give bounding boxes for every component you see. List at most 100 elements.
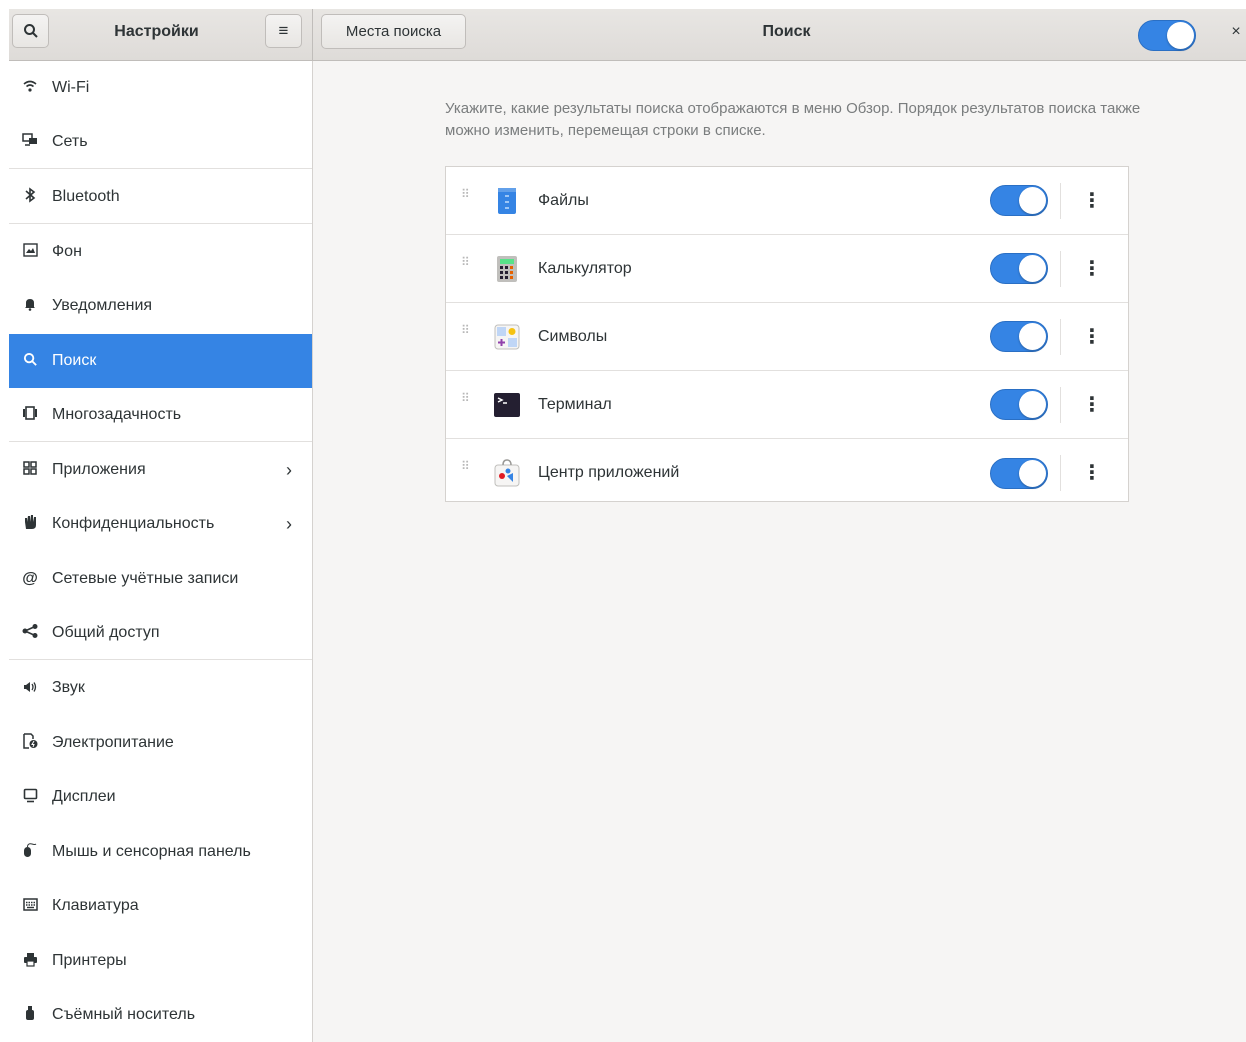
sidebar-header: Настройки ≡ — [9, 9, 313, 60]
close-icon[interactable]: × — [1226, 19, 1246, 45]
search-enabled-toggle[interactable] — [1138, 20, 1196, 51]
sidebar-item-online-accounts[interactable]: @ Сетевые учётные записи — [9, 552, 312, 606]
search-icon — [23, 24, 38, 38]
drag-handle-icon[interactable]: ⠿ — [461, 460, 475, 483]
provider-name: Символы — [538, 327, 608, 345]
more-options-icon[interactable]: ⋮ — [1080, 390, 1104, 420]
sidebar: Wi-Fi Сеть Bluetooth Фон Уведомления Пои… — [9, 61, 313, 1042]
sidebar-item-label: Сетевые учётные записи — [52, 570, 239, 587]
sidebar-item-label: Фон — [52, 243, 82, 260]
sidebar-item-search[interactable]: Поиск — [9, 334, 312, 388]
drag-handle-icon[interactable]: ⠿ — [461, 392, 475, 415]
sidebar-item-sharing[interactable]: Общий доступ — [9, 606, 312, 660]
provider-row-software[interactable]: ⠿ Центр приложений ⋮ — [446, 439, 1128, 507]
divider — [1060, 250, 1061, 287]
provider-row-characters[interactable]: ⠿ Символы ⋮ — [446, 303, 1128, 371]
sidebar-item-network[interactable]: Сеть — [9, 115, 312, 169]
sidebar-item-label: Сеть — [52, 132, 88, 150]
sidebar-item-keyboard[interactable]: Клавиатура — [9, 879, 312, 933]
sidebar-item-removable-media[interactable]: Съёмный носитель — [9, 988, 312, 1042]
sidebar-item-label: Приложения — [52, 461, 146, 478]
sidebar-item-printers[interactable]: Принтеры — [9, 934, 312, 988]
provider-name: Терминал — [538, 395, 612, 413]
bluetooth-icon — [19, 186, 41, 207]
sidebar-item-label: Дисплеи — [52, 788, 116, 805]
multitasking-icon — [19, 405, 41, 424]
search-button[interactable] — [12, 14, 49, 48]
sidebar-item-label: Звук — [52, 679, 85, 696]
sidebar-item-label: Мышь и сенсорная панель — [52, 843, 251, 860]
provider-name: Центр приложений — [538, 464, 680, 481]
power-icon — [19, 733, 41, 753]
at-icon: @ — [22, 570, 38, 587]
provider-toggle[interactable] — [990, 389, 1048, 420]
sidebar-item-wifi[interactable]: Wi-Fi — [9, 61, 312, 115]
more-options-icon[interactable]: ⋮ — [1080, 186, 1104, 216]
more-options-icon[interactable]: ⋮ — [1080, 458, 1104, 488]
chevron-right-icon: › — [286, 513, 292, 534]
provider-name: Файлы — [538, 191, 589, 209]
software-app-icon — [492, 458, 522, 488]
sidebar-item-background[interactable]: Фон — [9, 225, 312, 279]
apps-icon — [19, 461, 41, 479]
provider-toggle[interactable] — [990, 253, 1048, 284]
menu-button[interactable]: ≡ — [265, 14, 302, 48]
network-icon — [19, 132, 41, 151]
settings-title: Настройки — [114, 23, 199, 40]
sidebar-item-label: Поиск — [52, 352, 97, 369]
header-bar: Настройки ≡ Места поиска Поиск × — [9, 9, 1246, 61]
sidebar-item-privacy[interactable]: Конфиденциальность › — [9, 497, 312, 551]
more-options-icon[interactable]: ⋮ — [1080, 322, 1104, 352]
hamburger-icon: ≡ — [278, 21, 289, 40]
provider-name: Калькулятор — [538, 259, 632, 277]
provider-row-calculator[interactable]: ⠿ Калькулятор ⋮ — [446, 235, 1128, 303]
drag-handle-icon[interactable]: ⠿ — [461, 324, 475, 347]
provider-row-terminal[interactable]: ⠿ Терминал ⋮ — [446, 371, 1128, 439]
divider — [1060, 386, 1061, 423]
sidebar-item-label: Съёмный носитель — [52, 1006, 196, 1023]
usb-icon — [19, 1005, 41, 1025]
sidebar-item-label: Принтеры — [52, 952, 127, 969]
settings-window: Настройки ≡ Места поиска Поиск × Wi-Fi С… — [9, 9, 1246, 1042]
sidebar-item-multitasking[interactable]: Многозадачность — [9, 388, 312, 442]
search-description: Укажите, какие результаты поиска отображ… — [445, 100, 1141, 139]
divider — [1060, 455, 1061, 491]
sidebar-item-bluetooth[interactable]: Bluetooth — [9, 170, 312, 224]
background-icon — [19, 243, 41, 261]
drag-handle-icon[interactable]: ⠿ — [461, 188, 475, 211]
chevron-right-icon: › — [286, 459, 292, 480]
search-locations-button[interactable]: Места поиска — [321, 14, 466, 49]
sidebar-item-applications[interactable]: Приложения › — [9, 443, 312, 497]
sidebar-item-label: Многозадачность — [52, 405, 182, 423]
sidebar-item-label: Клавиатура — [52, 897, 139, 914]
display-icon — [19, 788, 41, 807]
provider-row-files[interactable]: ⠿ Файлы ⋮ — [446, 167, 1128, 235]
sidebar-item-label: Bluetooth — [52, 187, 120, 205]
wifi-icon — [19, 79, 41, 97]
more-options-icon[interactable]: ⋮ — [1080, 254, 1104, 284]
sidebar-item-sound[interactable]: Звук — [9, 661, 312, 715]
search-providers-list: ⠿ Файлы ⋮ ⠿ Калькулятор ⋮ ⠿ Символы ⋮ ⠿ … — [445, 166, 1129, 502]
terminal-app-icon — [492, 390, 522, 420]
mouse-icon — [19, 842, 41, 862]
provider-toggle[interactable] — [990, 185, 1048, 216]
bell-icon — [19, 297, 41, 315]
drag-handle-icon[interactable]: ⠿ — [461, 256, 475, 279]
sidebar-item-label: Уведомления — [52, 297, 153, 314]
sidebar-item-notifications[interactable]: Уведомления — [9, 279, 312, 333]
sidebar-item-label: Общий доступ — [52, 623, 160, 641]
sidebar-item-label: Электропитание — [52, 734, 174, 751]
provider-toggle[interactable] — [990, 321, 1048, 352]
share-icon — [19, 623, 41, 642]
speaker-icon — [19, 680, 41, 697]
printer-icon — [19, 952, 41, 971]
sidebar-item-mouse[interactable]: Мышь и сенсорная панель — [9, 825, 312, 879]
keyboard-icon — [19, 897, 41, 915]
calculator-app-icon — [492, 254, 522, 284]
files-app-icon — [492, 186, 522, 216]
provider-toggle[interactable] — [990, 457, 1048, 489]
sidebar-item-displays[interactable]: Дисплеи — [9, 770, 312, 824]
page-title: Поиск — [762, 23, 811, 40]
sidebar-item-power[interactable]: Электропитание — [9, 716, 312, 770]
characters-app-icon — [492, 322, 522, 352]
